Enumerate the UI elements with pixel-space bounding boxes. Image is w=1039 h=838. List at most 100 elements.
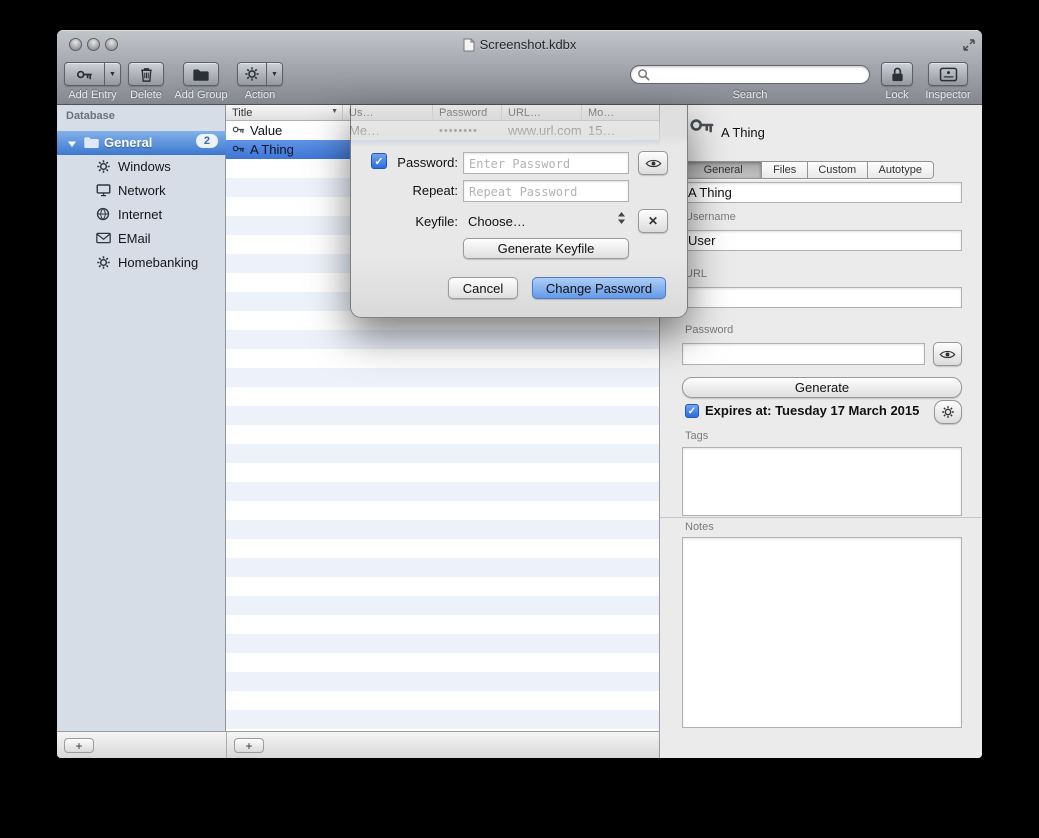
monitor-icon — [96, 183, 111, 200]
key-icon — [232, 142, 245, 158]
sidebar-group-general[interactable]: General 2 — [57, 131, 226, 155]
title-field[interactable] — [682, 182, 962, 203]
footer-divider — [226, 732, 227, 758]
sidebar-group-label: General — [104, 135, 152, 150]
entry-title: A Thing — [250, 142, 294, 157]
cancel-button[interactable]: Cancel — [448, 277, 518, 299]
generate-password-button[interactable]: Generate — [682, 377, 962, 398]
fullscreen-icon[interactable] — [962, 38, 976, 52]
sidebar-item-label: Windows — [118, 159, 171, 174]
globe-icon — [96, 207, 110, 224]
add-group-button[interactable] — [183, 62, 219, 86]
document-icon — [463, 38, 475, 52]
expires-checkbox[interactable]: ✓ — [685, 404, 699, 418]
close-icon: ✕ — [648, 214, 658, 228]
action-button[interactable]: ▼ — [237, 62, 283, 86]
section-divider — [660, 517, 982, 518]
key-icon — [232, 123, 245, 139]
notes-field[interactable] — [682, 537, 962, 728]
expires-label: Expires at: Tuesday 17 March 2015 — [705, 403, 919, 418]
tags-label: Tags — [685, 430, 708, 442]
sidebar-item-label: Internet — [118, 207, 162, 222]
sheet-keyfile-label: Keyfile: — [389, 214, 458, 229]
search-icon — [637, 68, 650, 81]
app-window: Screenshot.kdbx ▼ Add Entry Delete Add G… — [57, 30, 982, 758]
keyfile-popup[interactable]: Choose… — [468, 210, 613, 232]
chevron-down-icon[interactable]: ▼ — [105, 71, 120, 78]
reveal-password-button[interactable] — [933, 342, 962, 366]
tags-field[interactable] — [682, 447, 962, 516]
action-label: Action — [230, 89, 290, 101]
sort-indicator-icon: ▼ — [331, 108, 338, 115]
stepper-icon[interactable] — [617, 211, 626, 225]
username-label: Username — [685, 211, 736, 223]
sheet-repeat-input[interactable] — [463, 180, 629, 202]
eye-icon — [645, 158, 662, 169]
key-icon — [65, 66, 104, 83]
lock-label: Lock — [873, 89, 921, 101]
gear-icon — [96, 159, 111, 177]
entry-title: Value — [250, 123, 282, 138]
folder-icon — [192, 67, 210, 82]
tab-autotype[interactable]: Autotype — [868, 162, 933, 178]
url-label: URL — [685, 268, 707, 280]
inspector-panel: A Thing General Files Custom Autotype Us… — [659, 105, 982, 758]
sidebar-item-email[interactable]: EMail — [57, 227, 226, 251]
search-label: Search — [720, 89, 780, 101]
sidebar-item-network[interactable]: Network — [57, 179, 226, 203]
generate-keyfile-button[interactable]: Generate Keyfile — [463, 238, 629, 259]
gear-icon — [941, 405, 955, 419]
inspector-button[interactable] — [928, 62, 968, 86]
lock-icon — [890, 66, 905, 83]
inspector-tabs: General Files Custom Autotype — [684, 161, 934, 179]
tab-custom[interactable]: Custom — [808, 162, 868, 178]
sidebar-item-internet[interactable]: Internet — [57, 203, 226, 227]
search-field[interactable] — [630, 65, 870, 84]
inspector-label: Inspector — [923, 89, 973, 101]
sidebar-item-windows[interactable]: Windows — [57, 155, 226, 179]
password-label: Password — [685, 324, 733, 336]
key-icon — [689, 112, 715, 143]
column-header-title[interactable]: Title▼ — [226, 105, 343, 120]
notes-label: Notes — [685, 521, 714, 533]
password-checkbox[interactable]: ✓ — [371, 153, 387, 169]
password-field[interactable] — [682, 343, 925, 365]
sidebar-item-homebanking[interactable]: Homebanking — [57, 251, 226, 275]
sidebar-header: Database — [66, 110, 115, 122]
inspector-icon — [939, 67, 958, 82]
delete-button[interactable] — [128, 62, 164, 86]
titlebar: Screenshot.kdbx — [57, 37, 982, 52]
lock-button[interactable] — [881, 62, 913, 86]
disclosure-triangle-icon[interactable] — [67, 140, 77, 148]
sidebar: Database General 2 Windows Network Inter… — [57, 105, 226, 731]
trash-icon — [138, 66, 155, 83]
folder-icon — [83, 135, 100, 152]
tab-general[interactable]: General — [685, 162, 762, 178]
sheet-password-label: Password: — [389, 155, 458, 170]
sidebar-item-label: EMail — [118, 231, 151, 246]
expires-settings-button[interactable] — [934, 400, 962, 424]
username-field[interactable] — [682, 230, 962, 251]
sheet-repeat-label: Repeat: — [389, 183, 458, 198]
clear-keyfile-button[interactable]: ✕ — [638, 209, 668, 233]
gear-icon — [96, 255, 111, 273]
search-input[interactable] — [654, 68, 863, 82]
sidebar-item-label: Network — [118, 183, 166, 198]
group-count-badge: 2 — [196, 134, 218, 148]
sheet-password-input[interactable] — [463, 152, 629, 174]
url-field[interactable] — [682, 287, 962, 308]
sheet-reveal-password-button[interactable] — [638, 151, 668, 175]
gear-icon — [238, 66, 266, 82]
add-group-plus-button[interactable]: + — [64, 738, 94, 753]
envelope-icon — [96, 232, 111, 247]
add-entry-plus-button[interactable]: + — [234, 738, 264, 753]
inspector-entry-title: A Thing — [721, 125, 765, 140]
window-chrome: Screenshot.kdbx ▼ Add Entry Delete Add G… — [57, 30, 982, 105]
change-password-button[interactable]: Change Password — [532, 277, 666, 299]
eye-icon — [939, 349, 956, 360]
tab-files[interactable]: Files — [762, 162, 808, 178]
add-entry-button[interactable]: ▼ — [64, 62, 121, 86]
bottom-bar: + + — [57, 731, 659, 758]
chevron-down-icon[interactable]: ▼ — [267, 71, 282, 78]
window-title: Screenshot.kdbx — [480, 37, 577, 52]
